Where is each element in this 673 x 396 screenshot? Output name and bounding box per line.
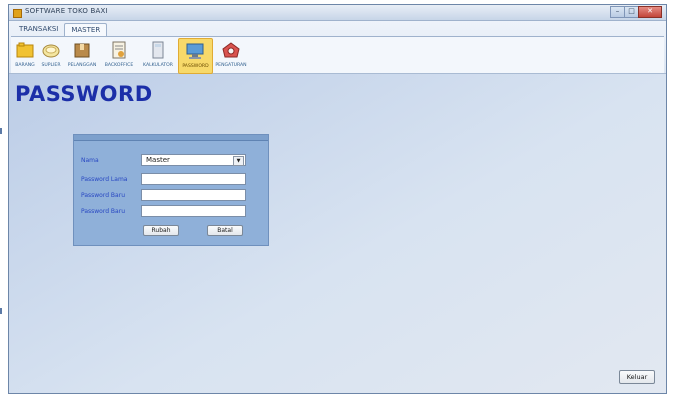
password-button[interactable]: PASSWORD <box>178 38 213 74</box>
confirm-password-label: Password Baru <box>81 208 125 215</box>
kalkulator-label: KALKULATOR <box>143 63 173 68</box>
maximize-button[interactable]: □ <box>624 6 639 18</box>
monitor-icon <box>186 43 204 59</box>
backoffice-label: BACKOFFICE <box>104 63 134 68</box>
new-password-field[interactable] <box>141 189 246 201</box>
chevron-down-icon[interactable]: ▼ <box>233 156 244 166</box>
suplier-label: SUPLIER <box>41 63 61 68</box>
master-toolbar: BARANG SUPLIER PELANGGAN BACKOFFICE KALK… <box>11 36 664 74</box>
backoffice-button[interactable]: BACKOFFICE <box>100 38 138 72</box>
tab-transaksi[interactable]: TRANSAKSI <box>13 23 64 36</box>
document-icon <box>112 41 126 59</box>
settings-icon <box>222 42 240 58</box>
left-edge-marker <box>0 128 2 134</box>
old-password-field[interactable] <box>141 173 246 185</box>
title-bar: SOFTWARE TOKO BAXI – □ ✕ <box>9 5 666 21</box>
pelanggan-label: PELANGGAN <box>67 63 97 68</box>
ribbon: TRANSAKSI MASTER BARANG SUPLIER PELANGGA… <box>9 21 666 74</box>
ribbon-tabs: TRANSAKSI MASTER <box>13 23 108 37</box>
suplier-button[interactable]: SUPLIER <box>39 38 63 72</box>
nama-label: Nama <box>81 157 99 164</box>
window-title: SOFTWARE TOKO BAXI <box>25 7 108 15</box>
batal-button[interactable]: Batal <box>207 225 243 236</box>
new-password-label: Password Baru <box>81 192 125 199</box>
panel-header <box>74 135 268 141</box>
main-content: PASSWORD Nama Master ▼ Password Lama Pas… <box>9 74 666 393</box>
confirm-password-field[interactable] <box>141 205 246 217</box>
app-icon <box>13 9 22 18</box>
left-edge-marker <box>0 308 2 314</box>
password-form-panel: Nama Master ▼ Password Lama Password Bar… <box>73 134 269 246</box>
pelanggan-button[interactable]: PELANGGAN <box>65 38 99 72</box>
app-window: SOFTWARE TOKO BAXI – □ ✕ TRANSAKSI MASTE… <box>8 4 667 394</box>
password-label: PASSWORD <box>182 64 209 69</box>
disk-icon <box>42 44 60 58</box>
pengaturan-label: PENGATURAN <box>215 63 247 68</box>
tab-master[interactable]: MASTER <box>64 23 108 37</box>
minimize-button[interactable]: – <box>610 6 625 18</box>
rubah-button[interactable]: Rubah <box>143 225 179 236</box>
old-password-label: Password Lama <box>81 176 128 183</box>
folder-icon <box>16 42 34 58</box>
keluar-button[interactable]: Keluar <box>619 370 655 384</box>
page-title: PASSWORD <box>15 82 153 106</box>
nama-selected-value: Master <box>146 156 170 164</box>
close-button[interactable]: ✕ <box>638 6 662 18</box>
nama-select[interactable]: Master ▼ <box>141 154 246 166</box>
barang-button[interactable]: BARANG <box>15 38 35 72</box>
window-controls: – □ ✕ <box>610 6 662 18</box>
pengaturan-button[interactable]: PENGATURAN <box>213 38 249 72</box>
calculator-icon <box>152 41 164 59</box>
kalkulator-button[interactable]: KALKULATOR <box>139 38 177 72</box>
barang-label: BARANG <box>15 63 35 68</box>
box-icon <box>74 43 90 58</box>
